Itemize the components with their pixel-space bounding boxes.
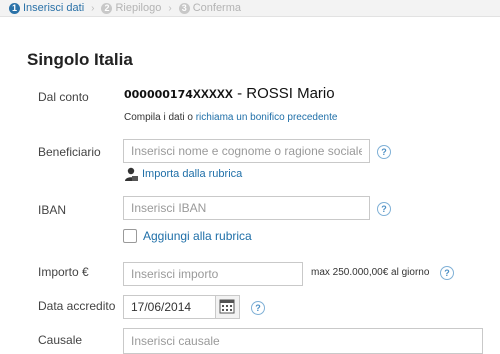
- recall-previous-transfer-link[interactable]: richiama un bonifico precedente: [196, 112, 338, 123]
- step-number: 1: [9, 2, 20, 14]
- causale-input[interactable]: [123, 328, 483, 354]
- step-number: 3: [178, 2, 190, 14]
- step-label: Riepilogo: [115, 2, 162, 14]
- iban-input[interactable]: [123, 196, 370, 220]
- calendar-button[interactable]: [216, 295, 240, 319]
- account-mask: XXXXX: [192, 87, 233, 101]
- import-from-addressbook-link[interactable]: Importa dalla rubrica: [142, 168, 242, 180]
- account-holder: - ROSSI Mario: [232, 85, 335, 102]
- chevron-right-icon: ›: [91, 2, 95, 14]
- step-inserisci-dati[interactable]: 1 Inserisci dati: [9, 2, 84, 14]
- help-icon[interactable]: ?: [377, 202, 391, 216]
- account-number: 000000174: [124, 88, 193, 101]
- step-riepilogo: 2 Riepilogo: [101, 2, 161, 14]
- step-bar: 1 Inserisci dati › 2 Riepilogo › 3 Confe…: [0, 0, 500, 17]
- step-label: Inserisci dati: [23, 2, 85, 14]
- add-to-addressbook-checkbox[interactable]: [123, 229, 137, 243]
- step-conferma: 3 Conferma: [178, 2, 241, 14]
- page-title: Singolo Italia: [27, 50, 133, 69]
- step-number: 2: [101, 2, 113, 14]
- iban-label: IBAN: [38, 203, 67, 217]
- beneficiary-label: Beneficiario: [38, 145, 101, 159]
- amount-label: Importo €: [38, 265, 89, 279]
- step-label: Conferma: [192, 2, 241, 14]
- amount-input[interactable]: [123, 262, 303, 286]
- date-label: Data accredito: [38, 299, 116, 313]
- date-input[interactable]: [123, 295, 216, 319]
- help-icon[interactable]: ?: [377, 145, 391, 159]
- account-value: 000000174XXXXX - ROSSI Mario: [124, 85, 335, 102]
- help-icon[interactable]: ?: [440, 266, 454, 280]
- calendar-icon: [219, 299, 235, 314]
- chevron-right-icon: ›: [168, 2, 172, 14]
- help-icon[interactable]: ?: [251, 301, 265, 315]
- amount-limit-note: max 250.000,00€ al giorno: [311, 267, 430, 278]
- prefill-hint-text: Compila i dati o: [124, 112, 196, 123]
- add-to-addressbook-link[interactable]: Aggiungi alla rubrica: [143, 229, 252, 243]
- account-label: Dal conto: [38, 90, 89, 104]
- causale-label: Causale: [38, 333, 83, 347]
- address-book-icon[interactable]: [123, 166, 139, 182]
- prefill-hint: Compila i dati o richiama un bonifico pr…: [124, 112, 337, 123]
- beneficiary-input[interactable]: [123, 139, 370, 163]
